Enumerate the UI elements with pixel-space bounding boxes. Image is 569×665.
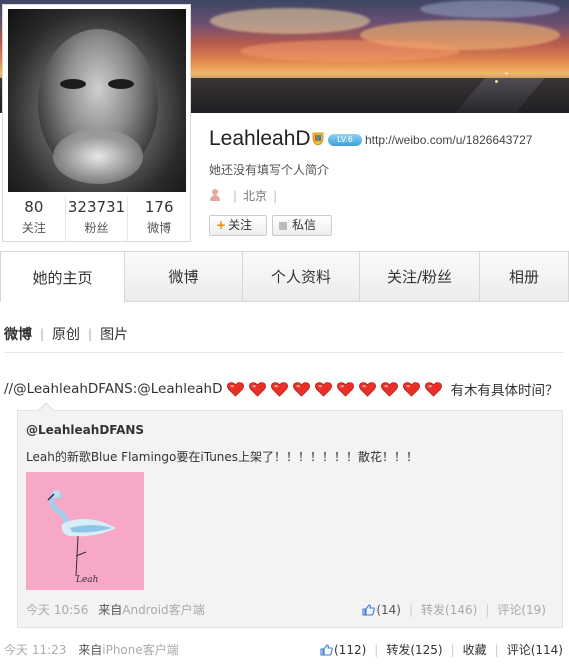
flamingo-image: Leah	[47, 490, 116, 585]
filter-separator: |	[40, 327, 45, 341]
tab-profile-info[interactable]: 个人资料	[242, 251, 360, 301]
message-button[interactable]: 私信	[272, 215, 332, 236]
heart-icon	[292, 380, 311, 399]
post-source-prefix: 来自	[78, 643, 103, 657]
action-separator: |	[408, 602, 414, 617]
profile-bio: 她还没有填写个人简介	[209, 163, 330, 177]
profile-meta: | 北京 |	[209, 187, 283, 204]
heart-emoji-group	[226, 380, 446, 399]
repost-pointer-inner	[39, 404, 53, 411]
stat-following-value: 80	[24, 198, 44, 216]
heart-icon	[270, 380, 289, 399]
heart-icon	[226, 380, 245, 399]
post-meta: 今天 11:23 来自iPhone客户端	[4, 641, 179, 658]
action-separator: |	[374, 642, 379, 657]
filter-all[interactable]: 微博	[4, 324, 32, 344]
level-badge[interactable]: LV.6	[328, 134, 362, 146]
heart-icon	[402, 380, 421, 399]
stat-followers[interactable]: 323731 粉丝	[64, 197, 128, 241]
filter-images[interactable]: 图片	[100, 324, 128, 344]
post-question: 有木有具体时间？	[450, 383, 559, 399]
profile-card: 80 关注 323731 粉丝 176 微博	[2, 4, 191, 242]
repost-time[interactable]: 今天 10:56	[26, 603, 88, 617]
action-separator: |	[494, 642, 499, 657]
heart-icon	[358, 380, 377, 399]
heart-icon	[380, 380, 399, 399]
post-favorite[interactable]: 收藏	[463, 641, 487, 658]
post-source[interactable]: iPhone客户端	[102, 643, 179, 657]
tab-home[interactable]: 她的主页	[0, 251, 125, 302]
stat-following[interactable]: 80 关注	[3, 197, 65, 241]
message-icon	[279, 221, 287, 230]
post-text: //@LeahleahDFANS:@LeahleahD 有木有具体时间？	[4, 379, 558, 399]
stat-followers-label: 粉丝	[84, 221, 109, 235]
heart-icon	[248, 380, 267, 399]
heart-icon	[424, 380, 443, 399]
divider	[4, 352, 564, 353]
repost-comment[interactable]: 评论(19)	[497, 601, 546, 618]
stat-posts[interactable]: 176 微博	[127, 197, 190, 241]
repost-author[interactable]: @LeahleahDFANS	[26, 423, 144, 437]
profile-name: LeahleahD	[209, 127, 311, 150]
repost-like-count: (14)	[376, 602, 401, 617]
repost-text: Leah的新歌Blue Flamingo要在iTunes上架了！！！！！！！散花…	[26, 450, 419, 464]
action-separator: |	[485, 602, 490, 617]
repost-source[interactable]: Android客户端	[122, 603, 204, 617]
tab-weibo[interactable]: 微博	[124, 251, 243, 301]
tab-follow-fans[interactable]: 关注/粉丝	[359, 251, 480, 301]
action-separator: |	[450, 642, 455, 657]
repost-like[interactable]: (14)	[362, 603, 401, 617]
post-comment[interactable]: 评论(114)	[507, 641, 563, 658]
repost-source-prefix: 来自	[98, 603, 123, 617]
follow-button[interactable]: + 关注	[209, 215, 267, 236]
feed-filter: 微博 | 原创 | 图片	[4, 324, 128, 344]
person-icon	[209, 189, 221, 202]
thumbs-up-icon	[362, 603, 376, 616]
post-like[interactable]: (112)	[320, 643, 366, 657]
meta-separator: |	[273, 188, 278, 203]
image-signature: Leah	[75, 575, 98, 585]
profile-location: 北京	[243, 189, 268, 203]
stat-following-label: 关注	[21, 221, 46, 235]
repost-image[interactable]: Leah	[26, 472, 144, 590]
meta-separator: |	[233, 188, 238, 203]
post-actions: (112) | 转发(125) | 收藏 | 评论(114)	[320, 641, 563, 658]
thumbs-up-icon	[320, 643, 333, 656]
post-repost[interactable]: 转发(125)	[386, 641, 442, 658]
profile-url[interactable]: http://weibo.com/u/1826643727	[365, 133, 532, 147]
message-label: 私信	[292, 218, 317, 232]
repost-box: @LeahleahDFANS Leah的新歌Blue Flamingo要在iTu…	[17, 410, 563, 628]
stat-followers-value: 323731	[67, 198, 126, 216]
tab-album[interactable]: 相册	[479, 251, 569, 301]
profile-tabs: 她的主页 微博 个人资料 关注/粉丝 相册	[0, 251, 569, 302]
heart-icon	[314, 380, 333, 399]
post-time[interactable]: 今天 11:23	[4, 643, 66, 657]
profile-stats: 80 关注 323731 粉丝 176 微博	[3, 197, 190, 241]
post-like-count: (112)	[334, 642, 367, 657]
repost-repost[interactable]: 转发(146)	[421, 601, 477, 618]
filter-separator: |	[88, 327, 93, 341]
medal-icon[interactable]	[311, 132, 325, 146]
plus-icon: +	[216, 218, 227, 232]
filter-original[interactable]: 原创	[52, 324, 80, 344]
stat-posts-label: 微博	[147, 221, 172, 235]
stat-posts-value: 176	[144, 198, 174, 216]
repost-meta: 今天 10:56 来自Android客户端	[26, 601, 205, 618]
repost-actions: (14) | 转发(146) | 评论(19)	[362, 601, 546, 618]
follow-label: 关注	[228, 218, 253, 232]
heart-icon	[336, 380, 355, 399]
post-mention[interactable]: //@LeahleahDFANS:@LeahleahD	[4, 381, 222, 397]
avatar[interactable]	[8, 9, 186, 192]
